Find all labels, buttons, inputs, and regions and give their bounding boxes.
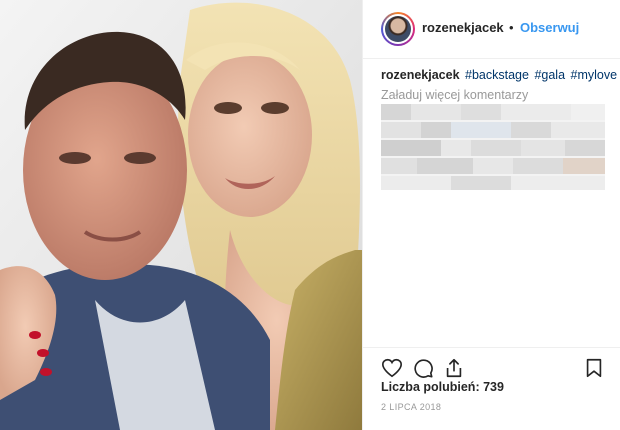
caption-username[interactable]: rozenekjacek [381, 68, 460, 82]
bookmark-icon[interactable] [583, 357, 605, 379]
hashtag-gala[interactable]: #gala [534, 68, 565, 82]
instagram-post: rozenekjacek • Obserwuj rozenekjacek #ba… [0, 0, 620, 430]
post-photo-image [0, 0, 362, 430]
load-more-comments-link[interactable]: Załaduj więcej komentarzy [381, 88, 528, 102]
share-icon[interactable] [443, 357, 465, 379]
likes-count[interactable]: Liczba polubień: 739 [381, 380, 504, 394]
header-separator: • [509, 20, 514, 35]
avatar-photo [385, 16, 411, 42]
hashtag-mylove[interactable]: #mylove [571, 68, 618, 82]
blurred-comments [381, 104, 605, 190]
post-date[interactable]: 2 LIPCA 2018 [381, 402, 441, 412]
comment-icon[interactable] [412, 357, 434, 379]
post-side-panel: rozenekjacek • Obserwuj rozenekjacek #ba… [362, 0, 620, 430]
header-username[interactable]: rozenekjacek [422, 20, 504, 35]
follow-button[interactable]: Obserwuj [520, 20, 579, 35]
avatar[interactable] [381, 12, 415, 46]
heart-icon[interactable] [381, 357, 403, 379]
post-photo[interactable] [0, 0, 362, 430]
post-caption: rozenekjacek #backstage #gala #mylove [381, 67, 617, 83]
avatar-image [383, 14, 413, 44]
hashtag-backstage[interactable]: #backstage [465, 68, 529, 82]
post-header: rozenekjacek • Obserwuj [363, 0, 620, 59]
